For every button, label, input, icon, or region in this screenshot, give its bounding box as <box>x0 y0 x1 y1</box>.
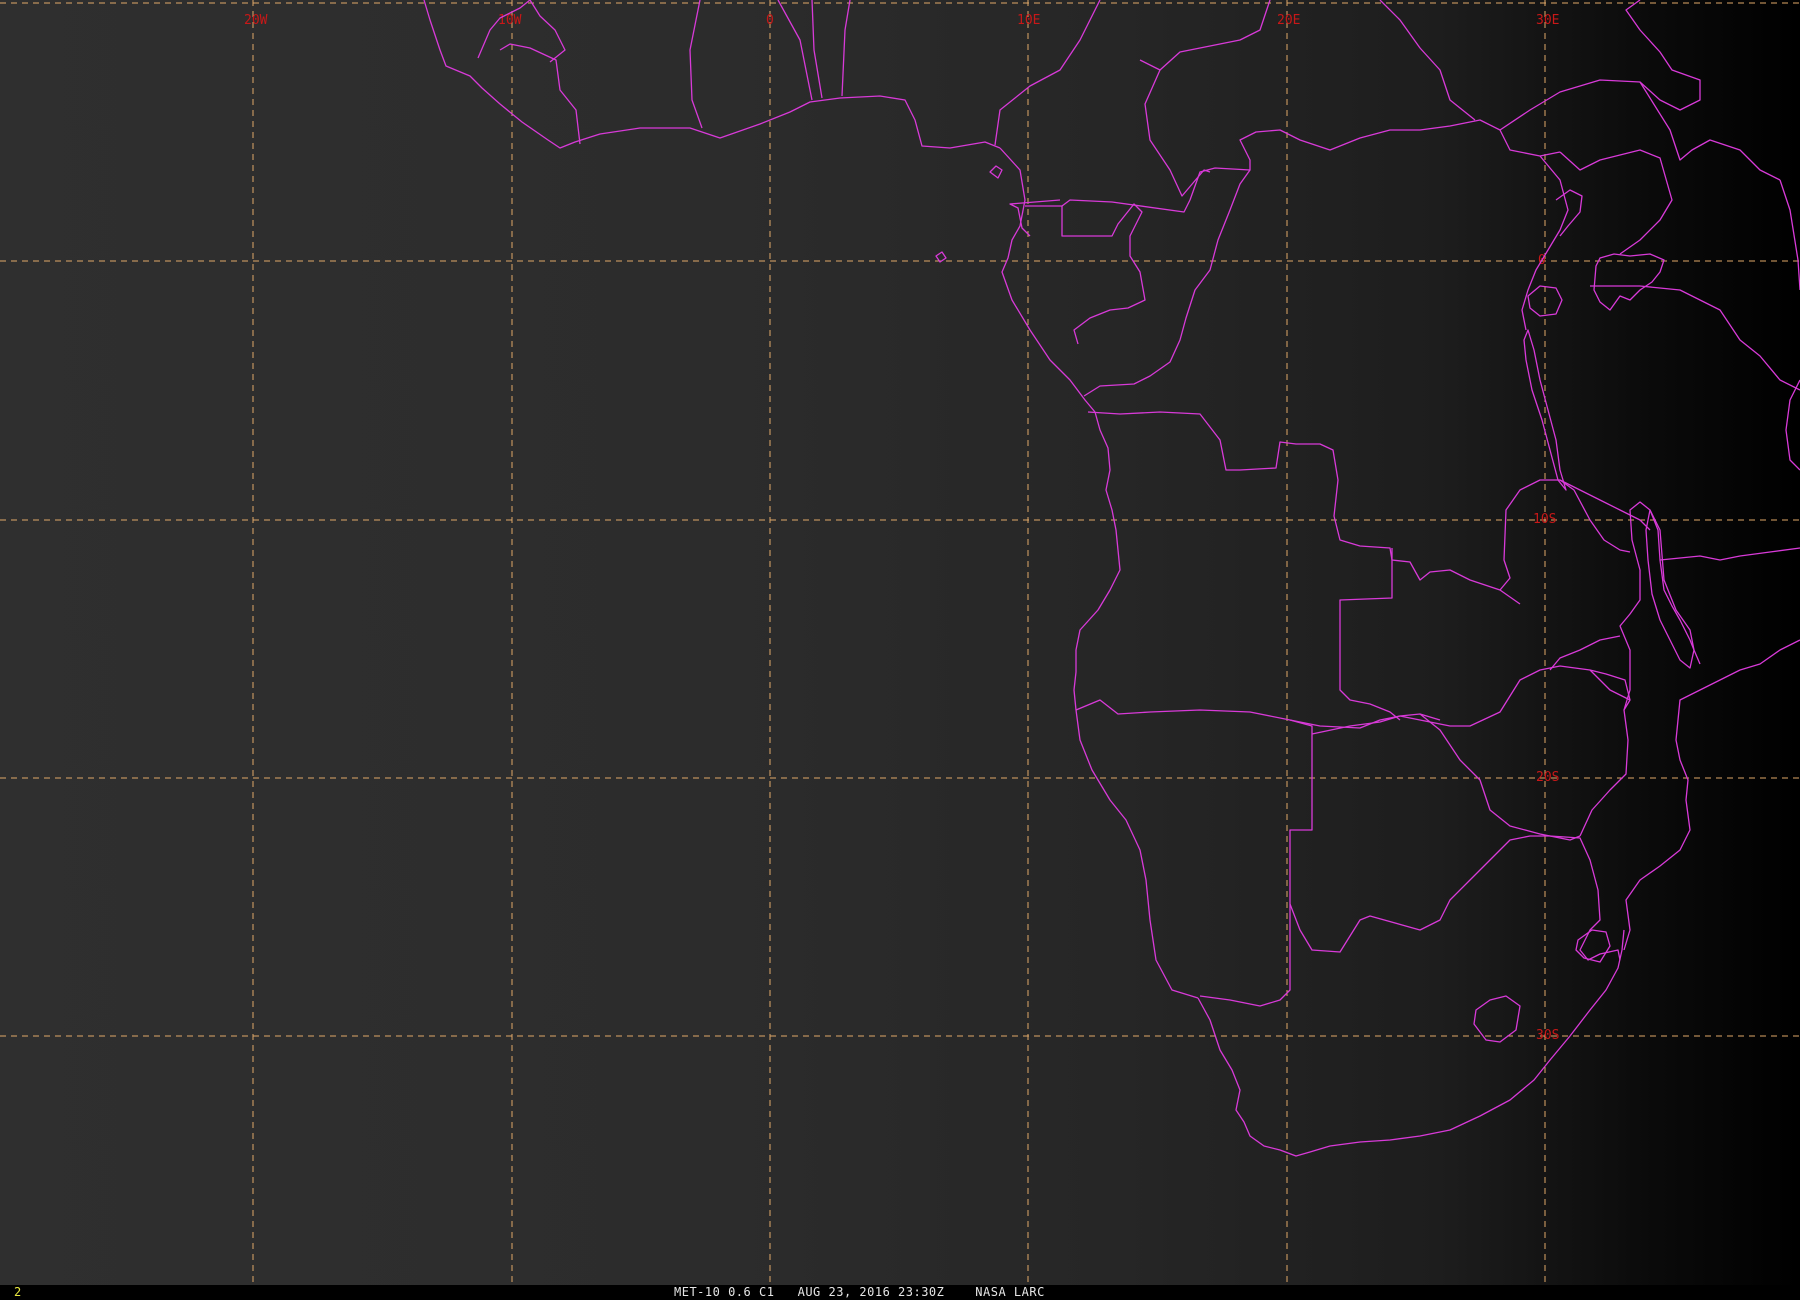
border-congo-cameroon <box>1061 199 1191 213</box>
border-car <box>1139 59 1211 197</box>
border-tanzania-south <box>1659 547 1800 561</box>
border-botswana-sa <box>1289 835 1550 953</box>
border-nigeria-cameroon <box>994 0 1101 146</box>
satellite-viewer: 20W 10W 0 10E 20E 30E 0 10S 20S 30S 2 ME… <box>0 0 1800 1300</box>
lon-label-0: 0 <box>766 13 774 28</box>
border-south-sudan <box>1559 149 1673 255</box>
border-gabon <box>1025 203 1146 345</box>
border-namibia-botswana <box>1199 719 1313 1007</box>
border-wa-6 <box>811 0 823 99</box>
lon-label-20w: 20W <box>244 13 268 28</box>
border-wa-3 <box>529 0 566 63</box>
border-ethiopia <box>1499 0 1701 131</box>
border-wa-4 <box>689 0 703 129</box>
border-lesotho <box>1473 995 1521 1043</box>
data-source: NASA LARC <box>975 1285 1045 1299</box>
island-bioko <box>989 165 1003 179</box>
coastline-mozambique <box>1623 639 1800 951</box>
border-sa-east <box>1549 835 1621 961</box>
lake-malawi <box>1645 509 1695 669</box>
border-namibia-north <box>1075 699 1441 729</box>
border-angola-drc <box>1087 411 1521 605</box>
border-drc-congo <box>1083 169 1251 397</box>
border-zambia-drc <box>1499 479 1651 591</box>
border-zambia-zim <box>1399 665 1631 727</box>
status-bar: 2 MET-10 0.6 C1 AUG 23, 2016 23:30Z NASA… <box>0 1285 1800 1300</box>
coastline-angola <box>1073 411 1121 711</box>
graticule <box>0 0 1800 1285</box>
lat-label-30s: 30S <box>1536 1028 1559 1043</box>
border-zim-moz <box>1579 669 1631 837</box>
image-caption: MET-10 0.6 C1 AUG 23, 2016 23:30Z NASA L… <box>674 1285 1045 1300</box>
border-wa-7 <box>841 0 851 97</box>
lat-label-20s: 20S <box>1536 770 1559 785</box>
border-sudan <box>1159 0 1271 71</box>
border-mozambique-zambia <box>1549 635 1621 671</box>
border-kenya-east <box>1779 179 1800 291</box>
country-borders <box>423 0 1800 1157</box>
coastline-south-africa <box>1197 929 1625 1157</box>
coastline-central-africa <box>999 147 1096 413</box>
map-overlay: 20W 10W 0 10E 20E 30E 0 10S 20S 30S <box>0 0 1800 1285</box>
lon-label-20e: 20E <box>1277 13 1300 28</box>
border-wa-1 <box>477 0 531 59</box>
border-zambia-east <box>1559 479 1631 553</box>
border-tanzania <box>1590 285 1800 391</box>
coast-east <box>1785 379 1800 471</box>
border-sudan-2 <box>1379 0 1476 121</box>
lon-label-10w: 10W <box>498 13 522 28</box>
coastline-namibia <box>1075 709 1199 999</box>
lake-victoria <box>1593 253 1665 311</box>
lon-label-10e: 10E <box>1017 13 1040 28</box>
lat-label-10s: 10S <box>1533 512 1556 527</box>
border-angola-zambia <box>1339 548 1401 721</box>
satellite-channel: MET-10 0.6 C1 <box>674 1285 775 1299</box>
frame-number: 2 <box>14 1285 22 1299</box>
border-wa-5 <box>777 0 813 101</box>
lon-label-30e: 30E <box>1536 13 1559 28</box>
border-east-africa <box>1639 81 1781 181</box>
border-car-drc <box>1189 119 1561 201</box>
image-datetime: AUG 23, 2016 23:30Z <box>797 1285 945 1299</box>
grid-labels: 20W 10W 0 10E 20E 30E 0 10S 20S 30S <box>244 13 1559 1043</box>
